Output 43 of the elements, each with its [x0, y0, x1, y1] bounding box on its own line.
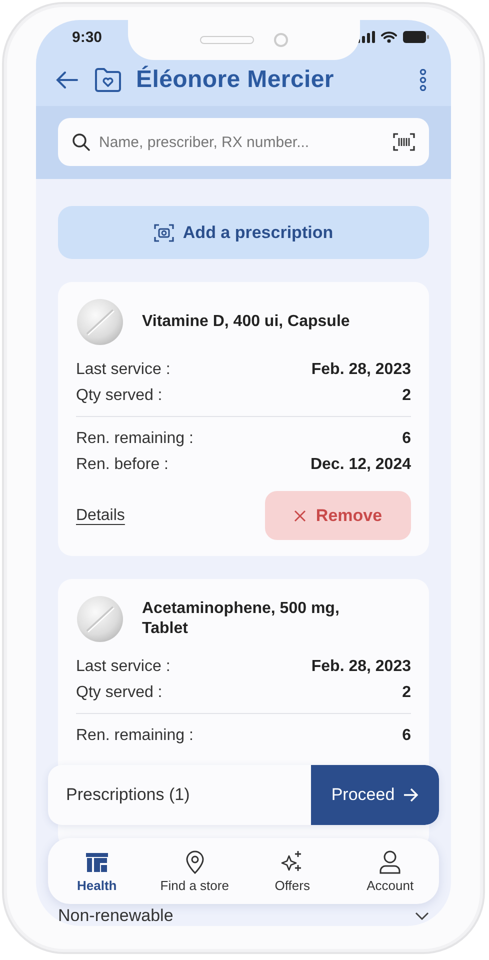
- status-time: 9:30: [72, 28, 102, 46]
- medication-name: Vitamine D, 400 ui, Capsule: [142, 312, 350, 332]
- search-field[interactable]: Name, prescriber, RX number...: [58, 118, 429, 166]
- close-icon: [294, 510, 306, 522]
- field-value: Feb. 28, 2023: [311, 360, 411, 380]
- field-value: 6: [402, 726, 411, 746]
- add-prescription-button[interactable]: Add a prescription: [58, 206, 429, 259]
- folder-heart-icon: [94, 67, 122, 94]
- section-title: Non-renewable: [58, 906, 174, 926]
- field-label: Last service :: [76, 657, 170, 677]
- location-pin-icon: [184, 850, 205, 874]
- person-icon: [379, 850, 402, 874]
- patient-name: Éléonore Mercier: [136, 66, 335, 94]
- nav-tab[interactable]: Find a store: [146, 850, 244, 892]
- field-value: 2: [402, 683, 411, 703]
- field-value: Dec. 12, 2024: [310, 455, 411, 475]
- barcode-scan-icon[interactable]: [393, 133, 415, 151]
- field-value: 6: [402, 429, 411, 449]
- proceed-button[interactable]: Proceed: [311, 765, 439, 825]
- signal-icon: [357, 31, 375, 44]
- nav-tab[interactable]: Account: [341, 850, 439, 892]
- details-link[interactable]: Details: [76, 506, 125, 524]
- nav-tab[interactable]: Offers: [244, 850, 342, 892]
- arrow-right-icon: [402, 788, 419, 802]
- field-label: Last service :: [76, 360, 170, 380]
- medication-name: Acetaminophene, 500 mg, Tablet: [142, 599, 340, 639]
- chevron-down-icon[interactable]: [415, 912, 429, 920]
- cart-count: Prescriptions (1): [65, 785, 190, 805]
- field-label: Ren. remaining :: [76, 726, 194, 746]
- wifi-icon: [381, 31, 397, 44]
- field-value: Feb. 28, 2023: [311, 657, 411, 677]
- nav-tab[interactable]: Health: [48, 850, 146, 892]
- more-options-icon[interactable]: [419, 69, 427, 92]
- back-arrow-icon[interactable]: [56, 71, 78, 90]
- tablet-icon: [76, 595, 124, 643]
- field-label: Ren. before :: [76, 455, 168, 475]
- tablet-icon: [76, 298, 124, 346]
- field-label: Qty served :: [76, 386, 162, 406]
- field-label: Qty served :: [76, 683, 162, 703]
- battery-icon: [403, 31, 429, 44]
- field-value: 2: [402, 386, 411, 406]
- camera-scan-icon: [154, 224, 174, 242]
- field-label: Ren. remaining :: [76, 429, 194, 449]
